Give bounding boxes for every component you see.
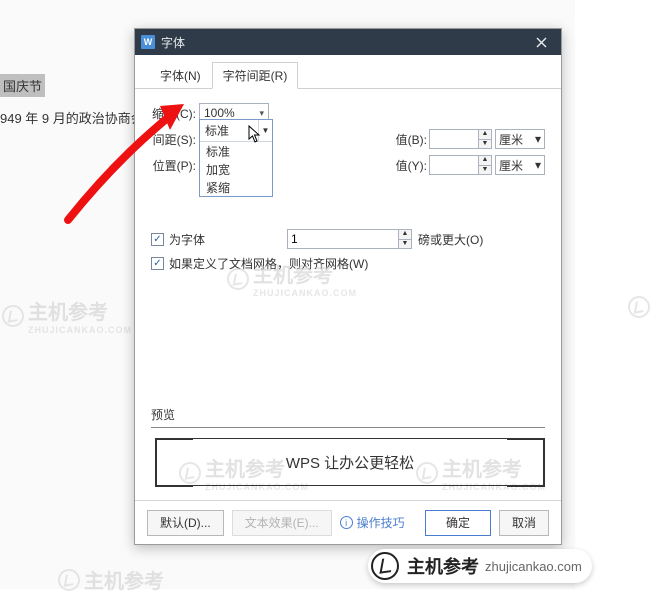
badge-brand: 主机参考 bbox=[407, 553, 479, 579]
chevron-down-icon: ▾ bbox=[259, 108, 264, 119]
spacing-option-condensed[interactable]: 紧缩 bbox=[200, 178, 272, 196]
close-icon bbox=[536, 37, 547, 48]
spacing-option-standard[interactable]: 标准 bbox=[200, 142, 272, 160]
font-dialog: W 字体 字体(N) 字符间距(R) 缩放(C): 100% ▾ 间距(S): … bbox=[134, 28, 562, 545]
value-b-input[interactable] bbox=[429, 129, 479, 149]
snap-grid-label: 如果定义了文档网格，则对齐网格(W) bbox=[169, 255, 368, 272]
button-bar: 默认(D)... 文本效果(E)... i 操作技巧 确定 取消 bbox=[135, 500, 561, 544]
preview-label: 预览 bbox=[151, 406, 545, 428]
preview-section: 预览 WPS 让办公更轻松 bbox=[151, 406, 545, 486]
tab-char-spacing[interactable]: 字符间距(R) bbox=[212, 62, 299, 89]
text-effects-button: 文本效果(E)... bbox=[232, 510, 332, 536]
chevron-down-icon: ▾ bbox=[535, 158, 541, 172]
spin-down-button[interactable]: ▼ bbox=[398, 239, 412, 249]
value-b-label: 值(B): bbox=[396, 131, 427, 148]
panel-char-spacing: 缩放(C): 100% ▾ 间距(S): 值(B): ▲ ▼ 厘米▾ bbox=[135, 89, 561, 544]
info-icon: i bbox=[340, 516, 353, 529]
spin-up-button[interactable]: ▲ bbox=[398, 229, 412, 239]
watermark bbox=[628, 296, 650, 318]
close-button[interactable] bbox=[529, 32, 553, 52]
site-badge: 主机参考 zhujicankao.com bbox=[368, 549, 592, 583]
spin-up-button[interactable]: ▲ bbox=[478, 129, 492, 139]
default-button[interactable]: 默认(D)... bbox=[147, 510, 224, 536]
preview-text: WPS 让办公更轻松 bbox=[286, 452, 414, 473]
spacing-dropdown-selected[interactable]: 标准 ▼ bbox=[200, 120, 272, 142]
value-y-unit-dropdown[interactable]: 厘米▾ bbox=[495, 155, 545, 175]
value-y-label: 值(Y): bbox=[396, 157, 427, 174]
badge-url: zhujicankao.com bbox=[485, 559, 582, 574]
spin-down-button[interactable]: ▼ bbox=[478, 139, 492, 149]
dialog-title: 字体 bbox=[161, 34, 529, 51]
chevron-down-icon: ▼ bbox=[258, 120, 272, 141]
badge-icon bbox=[371, 552, 399, 580]
kerning-tail-label: 磅或更大(O) bbox=[418, 231, 483, 248]
value-b-unit-dropdown[interactable]: 厘米▾ bbox=[495, 129, 545, 149]
value-b-spinner[interactable]: ▲ ▼ bbox=[429, 129, 492, 149]
chevron-down-icon: ▾ bbox=[535, 132, 541, 146]
spacing-option-expanded[interactable]: 加宽 bbox=[200, 160, 272, 178]
spacing-dropdown-open: 标准 ▼ 标准 加宽 紧缩 bbox=[199, 119, 273, 197]
tips-link[interactable]: i 操作技巧 bbox=[340, 514, 405, 531]
kerning-checkbox[interactable]: ✓ bbox=[151, 233, 164, 246]
ok-button[interactable]: 确定 bbox=[425, 510, 491, 536]
tab-strip: 字体(N) 字符间距(R) bbox=[135, 55, 561, 89]
spin-down-button[interactable]: ▼ bbox=[478, 165, 492, 175]
scale-value: 100% bbox=[204, 106, 235, 120]
position-label: 位置(P): bbox=[151, 157, 199, 174]
kerning-input[interactable] bbox=[287, 229, 399, 249]
spin-up-button[interactable]: ▲ bbox=[478, 155, 492, 165]
value-y-spinner[interactable]: ▲ ▼ bbox=[429, 155, 492, 175]
bg-paragraph: 949 年 9 月的政治协商会 bbox=[0, 108, 144, 127]
titlebar[interactable]: W 字体 bbox=[135, 29, 561, 55]
tab-font[interactable]: 字体(N) bbox=[149, 62, 212, 89]
value-y-input[interactable] bbox=[429, 155, 479, 175]
snap-grid-checkbox[interactable]: ✓ bbox=[151, 257, 164, 270]
app-icon: W bbox=[141, 35, 155, 49]
bg-heading: 国庆节 bbox=[0, 74, 45, 97]
spacing-label: 间距(S): bbox=[151, 131, 199, 148]
scale-label: 缩放(C): bbox=[151, 105, 199, 122]
watermark-icon bbox=[628, 296, 650, 318]
kerning-label: 为字体 bbox=[169, 231, 205, 248]
kerning-spinner[interactable]: ▲ ▼ bbox=[287, 229, 412, 249]
preview-box: WPS 让办公更轻松 bbox=[155, 438, 545, 486]
cancel-button[interactable]: 取消 bbox=[499, 510, 549, 536]
